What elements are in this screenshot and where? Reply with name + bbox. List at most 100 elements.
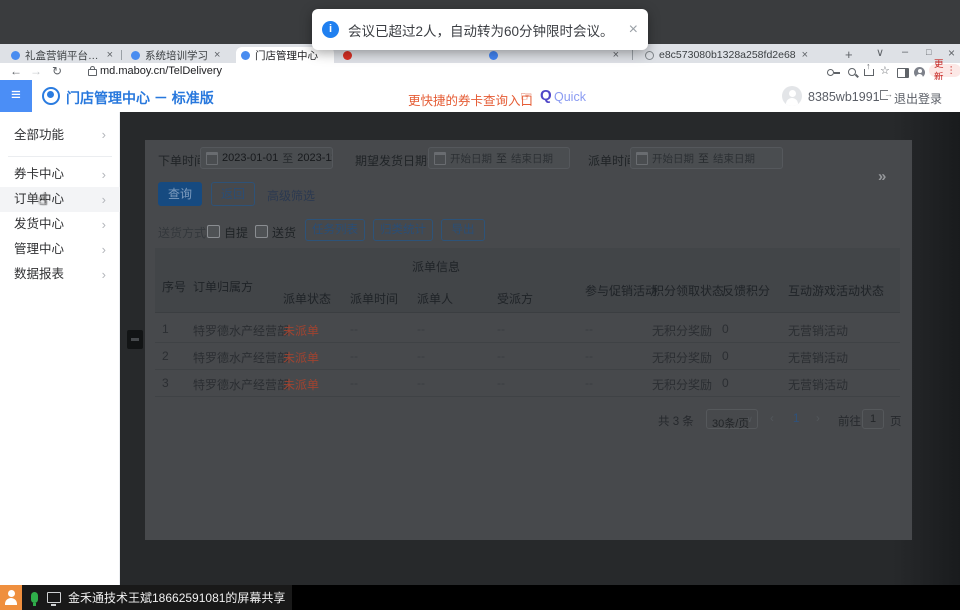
window-minimize-button[interactable]: – xyxy=(902,46,908,58)
dispatch-time-range-input[interactable]: 开始日期 至 结束日期 xyxy=(630,147,783,169)
pickup-checkbox[interactable] xyxy=(207,225,220,238)
export-button[interactable]: 导出 xyxy=(441,219,485,241)
quick-label[interactable]: Quick xyxy=(554,90,586,104)
tab-title: e8c573080b1328a258fd2e68 xyxy=(659,49,796,61)
tab-close-icon[interactable]: × xyxy=(107,49,113,61)
window-maximize-button[interactable]: □ xyxy=(926,47,931,57)
browser-update-button[interactable]: 更新 ⋮ xyxy=(929,64,960,77)
task-list-button[interactable]: 任务列表 xyxy=(305,219,365,241)
cell-status: 未派单 xyxy=(283,349,319,366)
table-row[interactable]: 1 特罗德水产经营部 未派单 -- -- -- -- 无积分奖励 0 无营销活动 xyxy=(155,315,900,343)
sidebar-item-order-center[interactable]: 订单中心 › xyxy=(0,187,120,212)
chevron-right-icon: › xyxy=(102,118,106,152)
logout-icon xyxy=(880,90,888,100)
window-close-button[interactable]: × xyxy=(948,46,955,60)
app-header: ≡ 门店管理中心 － 标准版 更快捷的券卡查询入口 ☞ Q Quick 8385… xyxy=(0,80,960,113)
tab-hash[interactable]: e8c573080b1328a258fd2e68 × xyxy=(640,47,836,63)
sidebar: 全部功能 › 券卡中心 › 订单中心 › 发货中心 › 管理中心 › 数据报表 … xyxy=(0,112,120,585)
new-tab-button[interactable]: + xyxy=(845,47,853,62)
toast-close-icon[interactable]: × xyxy=(629,22,638,38)
delivery-method-label: 送货方式 xyxy=(158,224,206,241)
url-text[interactable]: md.maboy.cn/TelDelivery xyxy=(100,65,222,77)
cell-time: -- xyxy=(350,322,358,336)
delivery-checkbox[interactable] xyxy=(255,225,268,238)
side-panel-icon[interactable] xyxy=(897,68,909,78)
order-time-range-input[interactable]: 2023-01-01 至 2023-11-21 xyxy=(200,147,333,169)
share-icon[interactable] xyxy=(864,69,874,76)
back-button[interactable]: 返回 xyxy=(211,182,255,206)
next-page-icon[interactable]: › xyxy=(816,413,820,425)
col-feedback: 反馈积分 xyxy=(722,282,770,299)
username[interactable]: 8385wb1991 xyxy=(808,90,880,104)
hamburger-menu-button[interactable]: ≡ xyxy=(0,80,32,112)
advanced-filter-link[interactable]: 高级筛选 xyxy=(267,187,315,204)
zoom-icon[interactable] xyxy=(848,68,856,76)
cell-status: 未派单 xyxy=(283,322,319,339)
order-time-start: 2023-01-01 xyxy=(222,152,278,164)
sidebar-item-label: 券卡中心 xyxy=(14,167,64,181)
col-seq: 序号 xyxy=(162,278,186,295)
tab-close-icon[interactable]: × xyxy=(214,49,220,61)
cell-time: -- xyxy=(350,376,358,390)
expand-filters-icon[interactable]: » xyxy=(878,168,886,185)
goto-page-input[interactable]: 1 xyxy=(862,409,884,429)
tab-close-icon[interactable]: × xyxy=(613,49,619,61)
end-date-placeholder: 结束日期 xyxy=(713,151,755,166)
coupon-query-link[interactable]: 更快捷的券卡查询入口 xyxy=(408,90,533,109)
end-date-placeholder: 结束日期 xyxy=(511,151,553,166)
tab-search-chevron-icon[interactable]: ∨ xyxy=(876,46,884,59)
delivery-label: 送货 xyxy=(272,224,296,241)
sidebar-item-coupon-center[interactable]: 券卡中心 › xyxy=(0,162,120,187)
start-date-placeholder: 开始日期 xyxy=(652,151,694,166)
tab-gift-platform[interactable]: 礼盒营销平台管理中心 × xyxy=(6,47,118,63)
tab-close-icon[interactable]: × xyxy=(802,49,808,61)
forward-icon[interactable]: → xyxy=(30,64,42,79)
expected-ship-range-input[interactable]: 开始日期 至 结束日期 xyxy=(428,147,570,169)
back-icon[interactable]: ← xyxy=(10,64,22,79)
sidebar-item-all-functions[interactable]: 全部功能 › xyxy=(0,118,120,152)
tab-training[interactable]: 系统培训学习 × xyxy=(126,47,232,63)
page-size-select[interactable]: 30条/页 ∨ xyxy=(706,409,758,429)
refresh-icon[interactable]: ↻ xyxy=(52,64,62,79)
sidebar-item-label: 数据报表 xyxy=(14,267,64,281)
bookmark-star-icon[interactable]: ☆ xyxy=(880,64,890,77)
current-page[interactable]: 1 xyxy=(793,413,799,425)
sidebar-item-shipping-center[interactable]: 发货中心 › xyxy=(0,212,120,237)
cell-assignee: -- xyxy=(497,349,505,363)
globe-icon xyxy=(645,51,654,60)
cell-promo: -- xyxy=(585,376,593,390)
lock-icon[interactable] xyxy=(88,69,97,76)
quick-search-icon[interactable]: Q xyxy=(540,87,552,104)
cell-game: 无营销活动 xyxy=(788,322,848,339)
browser-profile-icon[interactable] xyxy=(914,67,925,78)
prev-page-icon[interactable]: ‹ xyxy=(770,413,774,425)
tab-separator xyxy=(632,50,633,60)
range-to-label: 至 xyxy=(496,150,507,166)
chevron-down-icon: ∨ xyxy=(746,410,753,428)
sidebar-item-data-reports[interactable]: 数据报表 › xyxy=(0,262,120,287)
start-date-placeholder: 开始日期 xyxy=(450,151,492,166)
screen-share-bar: 金禾通技术王斌18662591081的屏幕共享 xyxy=(0,585,960,610)
logout-button[interactable]: 退出登录 xyxy=(894,90,942,107)
chevron-right-icon: › xyxy=(102,212,106,237)
classify-stats-button[interactable]: 归类统计 xyxy=(373,219,433,241)
tab-separator xyxy=(121,50,122,60)
screen-share-pill: 金禾通技术王斌18662591081的屏幕共享 xyxy=(0,585,292,610)
sidebar-item-label: 全部功能 xyxy=(14,128,64,142)
sidebar-item-label: 发货中心 xyxy=(14,217,64,231)
user-avatar[interactable] xyxy=(782,86,802,106)
cell-status: 未派单 xyxy=(283,376,319,393)
cell-assignee: -- xyxy=(497,376,505,390)
password-key-icon[interactable] xyxy=(827,69,834,76)
collapsed-widget[interactable] xyxy=(127,330,143,349)
tab-title: 礼盒营销平台管理中心 xyxy=(25,48,101,63)
table-row[interactable]: 3 特罗德水产经营部 未派单 -- -- -- -- 无积分奖励 0 无营销活动 xyxy=(155,369,900,397)
table-row[interactable]: 2 特罗德水产经营部 未派单 -- -- -- -- 无积分奖励 0 无营销活动 xyxy=(155,342,900,370)
meeting-toast: i 会议已超过2人，自动转为60分钟限时会议。 × xyxy=(312,9,648,50)
query-button[interactable]: 查询 xyxy=(158,182,202,206)
cell-points: 无积分奖励 xyxy=(652,376,712,393)
goto-label: 前往 xyxy=(838,413,861,429)
range-to-label: 至 xyxy=(698,150,709,166)
info-icon: i xyxy=(322,21,339,38)
sidebar-item-management-center[interactable]: 管理中心 › xyxy=(0,237,120,262)
